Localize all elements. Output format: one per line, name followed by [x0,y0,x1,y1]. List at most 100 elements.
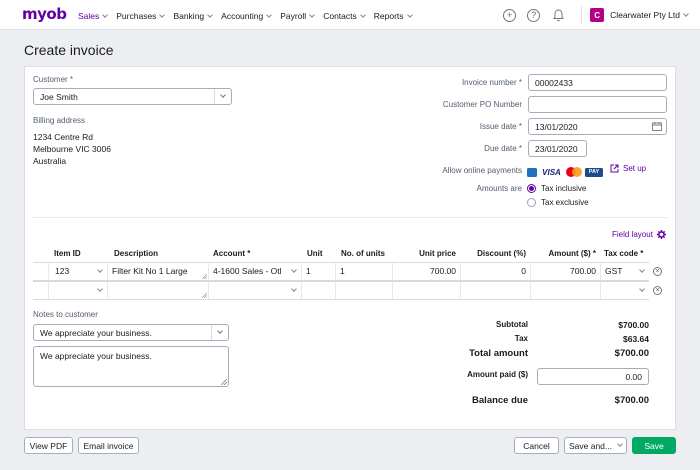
email-invoice-button[interactable]: Email invoice [78,437,139,454]
units-cell[interactable]: 1 [336,263,393,280]
nav-contacts-label: Contacts [323,11,357,21]
nav-reports[interactable]: Reports [373,10,413,22]
table-row [33,281,649,300]
nav-sales[interactable]: Sales [78,10,109,22]
chevron-down-icon [617,441,623,447]
chevron-down-icon[interactable] [683,10,689,17]
nav-payroll[interactable]: Payroll [280,10,316,22]
po-number-input[interactable] [528,96,667,113]
tax-inclusive-label: Tax inclusive [541,184,587,193]
issue-date-value: 13/01/2020 [535,122,578,132]
nav-payroll-label: Payroll [280,11,307,21]
item-id-cell[interactable]: 123 [49,263,108,280]
customer-select[interactable]: Joe Smith [33,88,232,105]
description-cell[interactable] [108,282,209,299]
remove-row-icon[interactable]: × [653,267,662,276]
tax-code-cell[interactable] [601,282,649,299]
company-avatar[interactable]: C [590,8,605,22]
total-amount-value: $700.00 [614,348,649,359]
calendar-icon[interactable] [652,122,662,133]
setup-label: Set up [623,164,647,173]
account-cell[interactable] [209,282,302,299]
nav-accounting-label: Accounting [221,11,264,21]
field-layout-link[interactable]: Field layout [612,230,666,239]
required-mark: * [518,122,522,131]
setup-link[interactable]: Set up [610,164,646,173]
unit-cell[interactable] [302,282,336,299]
card-icon [527,167,537,177]
chevron-down-icon [266,11,273,18]
amount-cell[interactable] [531,282,601,299]
notes-select[interactable]: We appreciate your business. [33,324,229,341]
save-and-button[interactable]: Save and... [564,437,627,454]
table-row: 123 Filter Kit No 1 Large 4-1600 Sales -… [33,262,649,281]
chevron-down-icon [102,11,109,18]
balance-due-label: Balance due [472,395,528,406]
subtotal-value: $700.00 [618,320,649,330]
bell-icon[interactable] [551,7,565,23]
amount-cell[interactable]: 700.00 [531,263,601,280]
gear-icon [656,230,666,239]
main-menu: Sales Purchases Banking Accounting Payro… [78,10,421,22]
bpay-logo: PAY [585,167,603,177]
remove-row-icon[interactable]: × [653,286,662,295]
nav-reports-label: Reports [373,11,404,21]
view-pdf-button[interactable]: View PDF [24,437,73,454]
nav-accounting[interactable]: Accounting [221,10,273,22]
billing-address-label: Billing address [33,116,86,125]
item-id-cell[interactable] [49,282,108,299]
billing-line-3: Australia [33,156,67,166]
tax-code-cell[interactable]: GST [601,263,649,280]
amount-paid-label: Amount paid ($) [467,370,528,379]
tax-exclusive-radio[interactable]: Tax exclusive [527,198,589,207]
radio-selected-icon [527,184,536,193]
chevron-down-icon [211,325,228,340]
header-description: Description [114,249,159,258]
subtotal-label: Subtotal [496,320,528,329]
nav-right-tools: + ? C Clearwater Pty Ltd [503,6,689,24]
header-item-id: Item ID [54,249,81,258]
nav-banking[interactable]: Banking [173,10,213,22]
cancel-button[interactable]: Cancel [514,437,559,454]
chevron-down-icon [309,11,316,18]
amount-paid-input[interactable]: 0.00 [537,368,649,385]
tax-value: $63.64 [623,334,649,344]
issue-date-input[interactable]: 13/01/2020 [528,118,667,135]
top-navigation: myob Sales Purchases Banking Accounting … [0,0,700,30]
discount-cell[interactable] [461,282,531,299]
header-discount: Discount (%) [477,249,526,258]
chevron-down-icon [97,267,103,273]
required-mark: * [518,144,522,153]
chevron-down-icon [97,286,103,292]
row-handle[interactable] [33,263,49,280]
header-tax-code: Tax code * [604,249,644,258]
radio-empty-icon [527,198,536,207]
tax-exclusive-label: Tax exclusive [541,198,589,207]
myob-logo[interactable]: myob [22,5,67,23]
description-cell[interactable]: Filter Kit No 1 Large [108,263,209,280]
discount-cell[interactable]: 0 [461,263,531,280]
required-mark: * [69,75,74,84]
account-cell[interactable]: 4-1600 Sales - Otl [209,263,302,280]
nav-purchases[interactable]: Purchases [116,10,166,22]
add-icon[interactable]: + [503,8,517,22]
due-date-input[interactable]: 23/01/2020 [528,140,587,157]
billing-line-1: 1234 Centre Rd [33,132,94,142]
unit-cell[interactable]: 1 [302,263,336,280]
resize-icon [202,274,207,279]
header-unit-price: Unit price [419,249,456,258]
nav-contacts[interactable]: Contacts [323,10,366,22]
due-date-label: Due date * [400,144,522,153]
help-icon[interactable]: ? [527,8,541,22]
nav-sales-label: Sales [78,11,100,21]
notes-textarea[interactable]: We appreciate your business. [33,346,229,387]
tax-inclusive-radio[interactable]: Tax inclusive [527,184,586,193]
invoice-number-input[interactable]: 00002433 [528,74,667,91]
units-cell[interactable] [336,282,393,299]
unit-price-cell[interactable]: 700.00 [393,263,461,280]
unit-price-cell[interactable] [393,282,461,299]
save-button[interactable]: Save [632,437,676,454]
row-handle[interactable] [33,282,49,299]
chevron-down-icon [639,267,645,273]
company-name[interactable]: Clearwater Pty Ltd [610,10,680,20]
